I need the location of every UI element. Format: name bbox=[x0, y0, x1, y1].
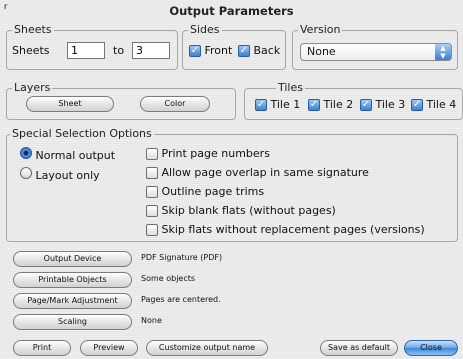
allow-page-overlap-label: Allow page overlap in same signature bbox=[161, 166, 369, 179]
tile-3-checkbox[interactable]: ✓ Tile 3 bbox=[360, 98, 405, 111]
tile-3-label: Tile 3 bbox=[375, 98, 406, 111]
checkmark-icon: ✓ bbox=[411, 99, 423, 111]
customize-output-name-button[interactable]: Customize output name bbox=[146, 340, 268, 356]
normal-output-radio[interactable]: Normal output bbox=[20, 147, 115, 162]
sheets-from-field[interactable]: 1 bbox=[67, 42, 105, 59]
checkmark-icon: ✓ bbox=[255, 99, 267, 111]
tile-4-label: Tile 4 bbox=[426, 98, 457, 111]
sides-back-checkbox[interactable]: ✓ Back bbox=[238, 44, 280, 57]
version-selected-value: None bbox=[307, 45, 336, 58]
skip-flats-without-replacement-label: Skip flats without replacement pages (ve… bbox=[161, 223, 425, 236]
checkbox-icon bbox=[146, 224, 158, 236]
sheets-label: Sheets bbox=[12, 44, 50, 57]
print-page-numbers-label: Print page numbers bbox=[161, 147, 270, 160]
layers-sheet-button[interactable]: Sheet bbox=[26, 96, 114, 112]
window-title: Output Parameters bbox=[169, 4, 294, 18]
sides-front-label: Front bbox=[204, 44, 233, 57]
scaling-value: None bbox=[141, 316, 162, 325]
skip-blank-flats-label: Skip blank flats (without pages) bbox=[161, 204, 336, 217]
checkmark-icon: ✓ bbox=[238, 45, 250, 57]
tile-2-checkbox[interactable]: ✓ Tile 2 bbox=[308, 98, 353, 111]
checkmark-icon: ✓ bbox=[189, 45, 201, 57]
printable-objects-button[interactable]: Printable Objects bbox=[13, 272, 132, 288]
skip-flats-without-replacement-checkbox[interactable]: Skip flats without replacement pages (ve… bbox=[146, 223, 425, 236]
print-button[interactable]: Print bbox=[13, 340, 71, 356]
outline-page-trims-checkbox[interactable]: Outline page trims bbox=[146, 185, 264, 198]
print-page-numbers-checkbox[interactable]: Print page numbers bbox=[146, 147, 270, 160]
page-mark-adjustment-button[interactable]: Page/Mark Adjustment bbox=[13, 293, 132, 309]
checkbox-icon bbox=[146, 205, 158, 217]
layers-legend: Layers bbox=[12, 81, 53, 94]
output-device-button[interactable]: Output Device bbox=[13, 251, 132, 267]
sheets-to-field[interactable]: 3 bbox=[132, 42, 170, 59]
tile-1-label: Tile 1 bbox=[270, 98, 301, 111]
version-select[interactable]: None ▲ ▼ bbox=[300, 43, 452, 61]
checkbox-icon bbox=[146, 167, 158, 179]
preview-button[interactable]: Preview bbox=[80, 340, 138, 356]
layout-only-radio[interactable]: Layout only bbox=[20, 167, 100, 182]
sheets-legend: Sheets bbox=[12, 23, 54, 36]
sides-legend: Sides bbox=[188, 23, 222, 36]
layers-color-button[interactable]: Color bbox=[140, 96, 210, 112]
checkmark-icon: ✓ bbox=[308, 99, 320, 111]
scaling-button[interactable]: Scaling bbox=[13, 314, 132, 330]
radio-selected-icon bbox=[20, 147, 32, 159]
outline-page-trims-label: Outline page trims bbox=[161, 185, 265, 198]
checkmark-icon: ✓ bbox=[360, 99, 372, 111]
normal-output-label: Normal output bbox=[35, 149, 116, 162]
skip-blank-flats-checkbox[interactable]: Skip blank flats (without pages) bbox=[146, 204, 336, 217]
sheets-to-label: to bbox=[113, 44, 125, 57]
sides-front-checkbox[interactable]: ✓ Front bbox=[189, 44, 232, 57]
printable-objects-value: Some objects bbox=[141, 274, 196, 283]
sides-back-label: Back bbox=[253, 44, 281, 57]
special-options-legend: Special Selection Options bbox=[10, 127, 154, 140]
close-button[interactable]: Close bbox=[404, 340, 458, 356]
radio-unselected-icon bbox=[20, 167, 32, 179]
checkbox-icon bbox=[146, 148, 158, 160]
tile-4-checkbox[interactable]: ✓ Tile 4 bbox=[411, 98, 463, 111]
allow-page-overlap-checkbox[interactable]: Allow page overlap in same signature bbox=[146, 166, 369, 179]
save-as-default-button[interactable]: Save as default bbox=[320, 340, 398, 356]
tile-1-checkbox[interactable]: ✓ Tile 1 bbox=[255, 98, 300, 111]
updown-arrow-icon: ▲ ▼ bbox=[435, 44, 451, 60]
checkbox-icon bbox=[146, 186, 158, 198]
tiles-legend: Tiles bbox=[276, 81, 305, 94]
layout-only-label: Layout only bbox=[35, 169, 100, 182]
output-device-value: PDF Signature (PDF) bbox=[141, 253, 223, 262]
version-legend: Version bbox=[298, 23, 343, 36]
tile-2-label: Tile 2 bbox=[323, 98, 354, 111]
page-mark-adjustment-value: Pages are centered. bbox=[141, 295, 221, 304]
